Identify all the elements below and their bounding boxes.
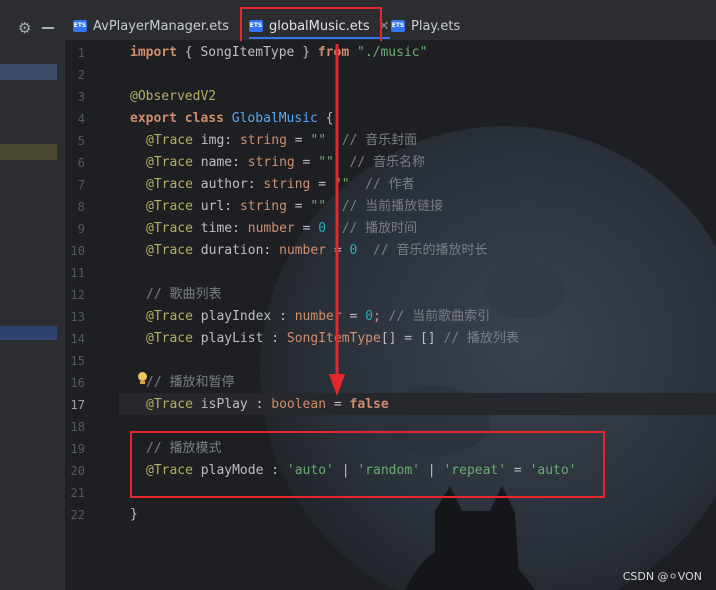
tab-label: Play.ets xyxy=(411,18,461,34)
tab-label: AvPlayerManager.ets xyxy=(93,18,230,34)
ets-file-icon: ETS xyxy=(73,20,87,32)
code-editor[interactable]: 1 2 3 4 5 6 7 8 9 10 11 12 13 14 15 16 1… xyxy=(65,41,716,590)
ets-file-icon: ETS xyxy=(249,20,263,32)
sidebar-selected-row[interactable] xyxy=(0,326,57,340)
annotation-arrow xyxy=(329,44,345,396)
gear-icon[interactable]: ⚙ xyxy=(18,20,31,36)
tab-avplayermanager[interactable]: ETS AvPlayerManager.ets xyxy=(73,12,229,40)
sidebar-highlight-row[interactable] xyxy=(0,144,57,160)
project-sidebar: ⚙ xyxy=(0,0,58,590)
collapse-icon[interactable] xyxy=(42,27,54,29)
tab-globalmusic[interactable]: ETS globalMusic.ets ✕ xyxy=(249,12,390,40)
tab-play[interactable]: ETS Play.ets xyxy=(391,12,460,40)
sidebar-toolbar: ⚙ xyxy=(0,14,57,42)
watermark: CSDN @⚪VON xyxy=(622,570,702,583)
close-icon[interactable]: ✕ xyxy=(379,19,390,34)
ets-file-icon: ETS xyxy=(391,20,405,32)
tab-label: globalMusic.ets xyxy=(269,18,370,34)
editor-tab-bar: ETS AvPlayerManager.ets ETS globalMusic.… xyxy=(65,0,716,41)
sidebar-highlight-row[interactable] xyxy=(0,64,57,80)
sidebar-scrollbar[interactable] xyxy=(57,0,65,590)
